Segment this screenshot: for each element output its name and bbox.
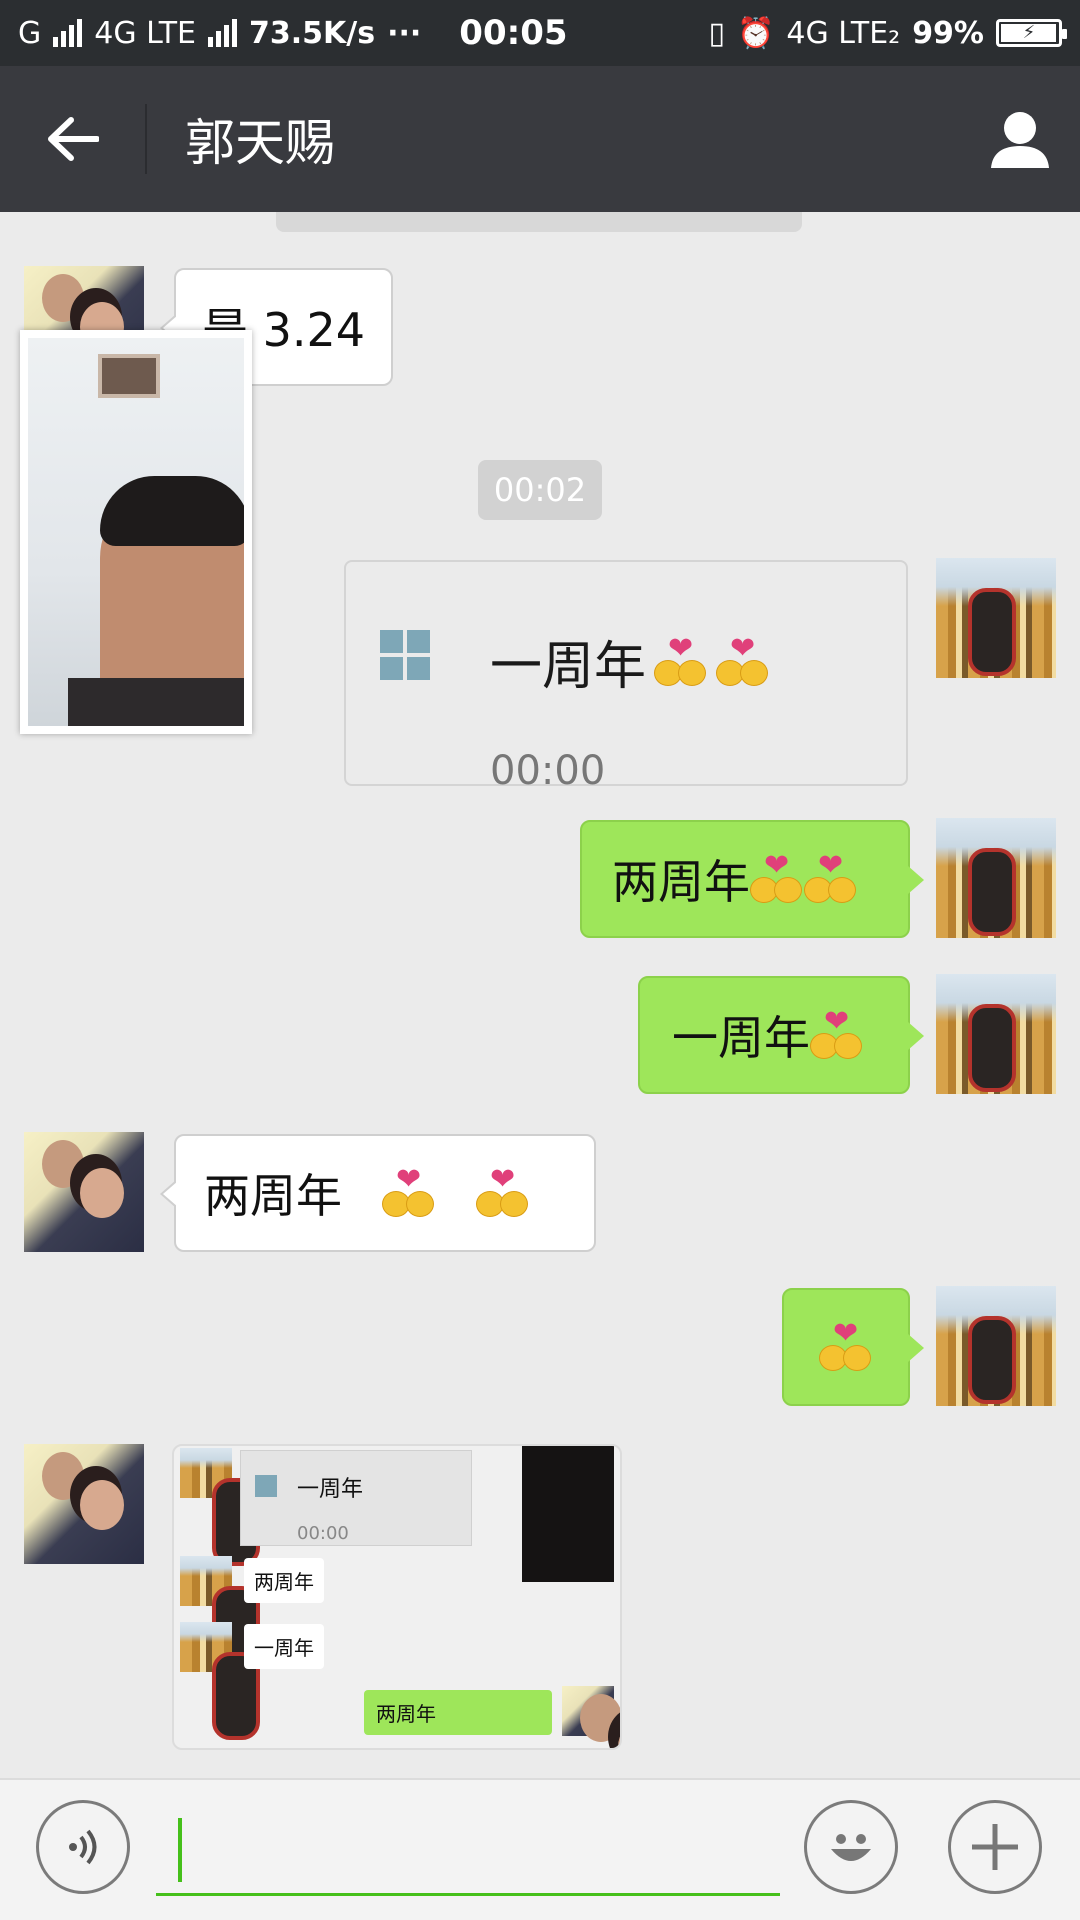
thumb-avatar bbox=[180, 1448, 260, 1566]
couple-emoji-icon: ❤ bbox=[804, 851, 858, 907]
windows-icon bbox=[380, 630, 430, 680]
vibrate-icon: ▯ bbox=[708, 15, 726, 51]
message-input[interactable] bbox=[156, 1804, 780, 1896]
alarm-icon: ⏰ bbox=[737, 15, 775, 51]
message-bubble-incoming[interactable]: 两周年 ❤ ❤ bbox=[160, 1134, 596, 1252]
clock: 00:05 bbox=[459, 13, 568, 53]
thumb-bubble-green: 两周年 bbox=[364, 1690, 552, 1735]
chat-title: 郭天赐 bbox=[185, 114, 335, 172]
thumb-bubble: 一周年 bbox=[244, 1624, 324, 1669]
back-button[interactable] bbox=[0, 66, 145, 212]
plus-button[interactable] bbox=[948, 1800, 1042, 1894]
text-caret bbox=[178, 1818, 182, 1882]
time-stamp: 00:02 bbox=[478, 460, 602, 520]
thumb-avatar bbox=[180, 1556, 260, 1674]
thumb-card-title: 一周年 bbox=[297, 1477, 364, 1502]
more-dots: ··· bbox=[387, 15, 422, 51]
back-arrow-icon bbox=[47, 117, 99, 161]
image-message[interactable]: 一周年 00:00 两周年 一周年 两周年 bbox=[172, 1444, 622, 1750]
shared-card-message[interactable]: 一周年 ❤ ❤ 00:00 bbox=[344, 560, 908, 794]
couple-emoji-icon: ❤ bbox=[476, 1165, 530, 1221]
message-bubble-outgoing[interactable]: 一周年 ❤ bbox=[638, 976, 924, 1094]
voice-icon bbox=[69, 1829, 97, 1865]
title-bar: 郭天赐 bbox=[0, 66, 1080, 212]
person-icon bbox=[991, 112, 1049, 168]
avatar-contact[interactable] bbox=[24, 1132, 144, 1252]
signal-icon-2 bbox=[207, 19, 237, 47]
battery-percent: 99% bbox=[912, 15, 984, 51]
avatar-self[interactable] bbox=[936, 818, 1056, 938]
couple-emoji-icon: ❤ bbox=[750, 851, 804, 907]
message-text: 一周年 bbox=[672, 1011, 810, 1065]
title-divider bbox=[145, 104, 147, 174]
top-strip bbox=[276, 212, 802, 232]
thumb-card-time: 00:00 bbox=[297, 1523, 349, 1544]
couple-emoji-icon: ❤ bbox=[654, 633, 708, 690]
card-time: 00:00 bbox=[490, 748, 606, 794]
battery-icon: ⚡ bbox=[996, 19, 1067, 47]
plus-icon bbox=[972, 1824, 1018, 1870]
couple-emoji-icon: ❤ bbox=[716, 633, 770, 690]
signal-icon bbox=[53, 19, 83, 47]
network-label-3: 4G LTE₂ bbox=[786, 15, 901, 51]
couple-emoji-icon: ❤ bbox=[819, 1319, 873, 1375]
couple-emoji-icon: ❤ bbox=[382, 1165, 436, 1221]
profile-button[interactable] bbox=[960, 66, 1080, 212]
message-text: 两周年 bbox=[612, 855, 750, 909]
avatar-self[interactable] bbox=[936, 1286, 1056, 1406]
thumb-windows-icon bbox=[255, 1475, 277, 1497]
network-label: 4G LTE bbox=[94, 15, 196, 51]
avatar-self[interactable] bbox=[936, 974, 1056, 1094]
thumb-card: 一周年 00:00 bbox=[240, 1450, 472, 1546]
thumb-bubble: 两周年 bbox=[244, 1558, 324, 1603]
thumb-avatar bbox=[180, 1622, 260, 1740]
chat-area[interactable]: 是 3.24 00:02 一周年 ❤ ❤ 00:00 两周年 ❤ ❤ 一周年 ❤ bbox=[0, 212, 1080, 1778]
card-title-text: 一周年 bbox=[490, 637, 647, 697]
message-text: 两周年 bbox=[204, 1169, 342, 1223]
avatar-contact[interactable] bbox=[24, 1444, 144, 1564]
voice-button[interactable] bbox=[36, 1800, 130, 1894]
carrier-label: G bbox=[18, 15, 42, 51]
status-bar: G 4G LTE 73.5K/s ··· 00:05 ▯ ⏰ 4G LTE₂ 9… bbox=[0, 0, 1080, 66]
couple-emoji-icon: ❤ bbox=[810, 1007, 864, 1063]
emoji-face-icon bbox=[831, 1834, 871, 1861]
thumb-dark-photo bbox=[522, 1446, 614, 1582]
thumb-avatar bbox=[562, 1686, 620, 1748]
emoji-button[interactable] bbox=[804, 1800, 898, 1894]
message-bubble-outgoing[interactable]: ❤ bbox=[782, 1288, 924, 1406]
video-image bbox=[28, 338, 244, 726]
message-bubble-outgoing[interactable]: 两周年 ❤ ❤ bbox=[580, 820, 924, 938]
net-speed: 73.5K/s bbox=[248, 15, 376, 51]
input-bar bbox=[0, 1778, 1080, 1920]
card-title: 一周年 ❤ ❤ bbox=[490, 624, 770, 699]
avatar-self[interactable] bbox=[936, 558, 1056, 678]
video-preview[interactable] bbox=[20, 330, 252, 734]
